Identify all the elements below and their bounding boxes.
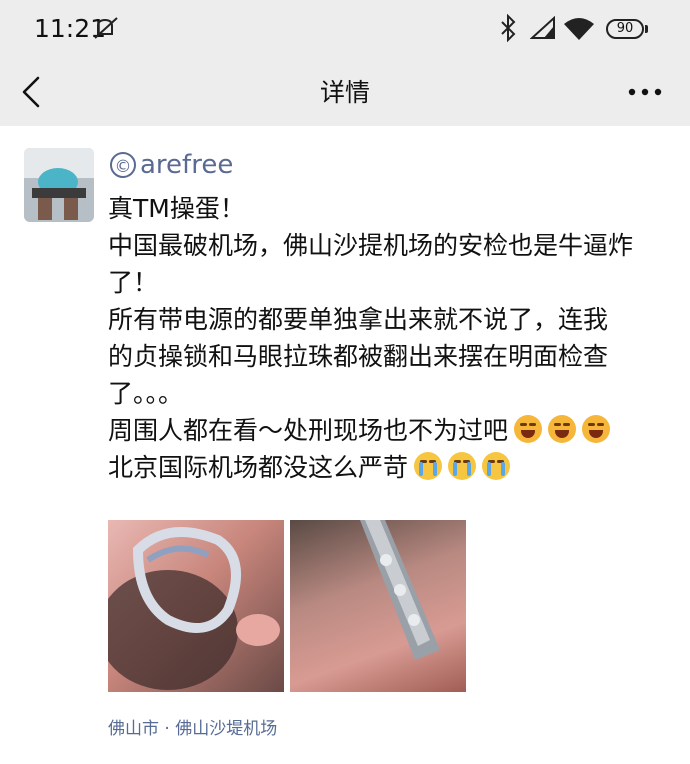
- signal-icon: [530, 16, 555, 39]
- nav-bar: 详情: [0, 60, 690, 126]
- post-line: 了！: [108, 268, 159, 297]
- post-line-with-emoji: 周围人都在看～处刑现场也不为过吧: [108, 412, 668, 449]
- post-line: 的贞操锁和马眼拉珠都被翻出来摆在明面检查: [108, 342, 609, 371]
- post-photo-1[interactable]: [108, 520, 284, 692]
- crying-emoji-icon: [482, 452, 511, 480]
- post-content: 真TM操蛋！ 中国最破机场，佛山沙提机场的安检也是牛逼炸 了！ 所有带电源的都要…: [108, 190, 668, 486]
- battery-indicator: 90: [606, 19, 644, 39]
- crying-emoji-icon: [414, 452, 443, 480]
- avatar[interactable]: [24, 148, 94, 222]
- status-bar: 11:21 90: [0, 0, 690, 60]
- wifi-icon: [564, 18, 594, 40]
- post-line-text: 周围人都在看～处刑现场也不为过吧: [108, 416, 509, 445]
- post-line-text: 北京国际机场都没这么严苛: [108, 453, 409, 482]
- post-line: 了。。。: [108, 379, 184, 408]
- post-photo-2[interactable]: [290, 520, 466, 692]
- laughing-emoji-icon: [582, 415, 611, 443]
- battery-tip: [645, 25, 648, 33]
- post-line: 中国最破机场，佛山沙提机场的安检也是牛逼炸: [108, 231, 634, 260]
- bluetooth-icon: [501, 14, 516, 42]
- post-line-with-emoji: 北京国际机场都没这么严苛: [108, 449, 668, 486]
- laughing-emoji-icon: [548, 415, 577, 443]
- post-line: 所有带电源的都要单独拿出来就不说了，连我: [108, 305, 609, 334]
- laughing-emoji-icon: [514, 415, 543, 443]
- author-name[interactable]: © arefree: [110, 150, 233, 180]
- crying-emoji-icon: [448, 452, 477, 480]
- more-options-icon[interactable]: [628, 87, 662, 97]
- author-label: arefree: [140, 150, 234, 180]
- post-line: 真TM操蛋！: [108, 194, 245, 223]
- location-label[interactable]: 佛山市 · 佛山沙堤机场: [108, 714, 277, 739]
- mute-icon: [94, 17, 118, 39]
- copyright-icon: ©: [110, 152, 136, 178]
- page-title: 详情: [319, 78, 370, 107]
